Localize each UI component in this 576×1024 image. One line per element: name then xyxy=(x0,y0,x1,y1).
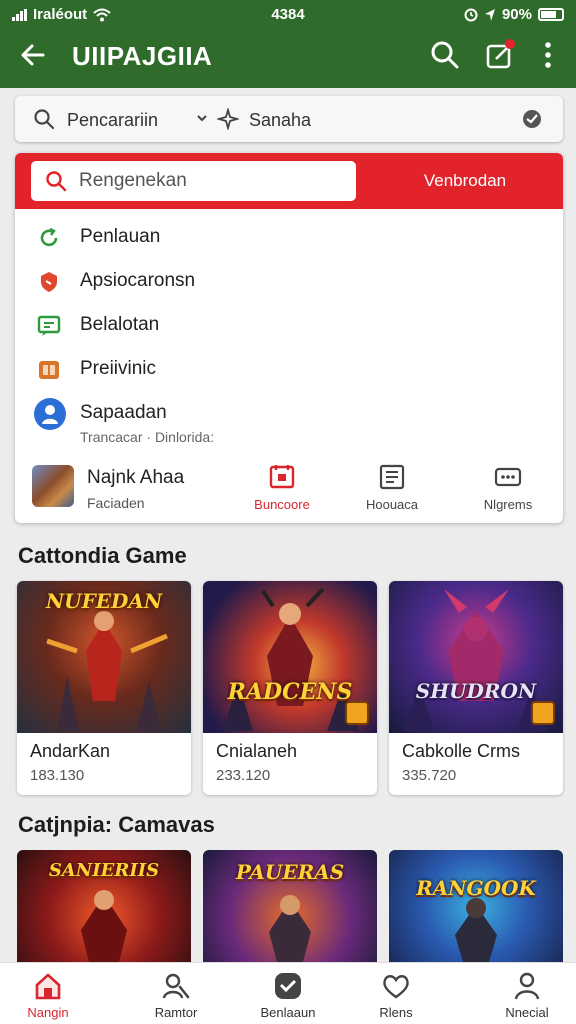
status-bar: Iraléout 4384 90% xyxy=(12,4,564,26)
game-count: 335.720 xyxy=(402,767,457,784)
option-label: Apsiocaronsn xyxy=(80,270,196,291)
dropdown-option[interactable]: Apsiocaronsn xyxy=(15,261,563,301)
nav-label: Benlaaun xyxy=(260,1005,316,1020)
search-dropdown: Venbrodan Penlauan Apsiocaronsn Belalota… xyxy=(15,153,563,523)
back-arrow-icon[interactable] xyxy=(16,38,50,72)
nav-label: Rlens xyxy=(379,1005,413,1020)
message-icon xyxy=(37,315,61,336)
tag-icon xyxy=(39,361,59,379)
shield-icon xyxy=(41,272,57,292)
dropdown-option[interactable]: Penlauan xyxy=(15,217,563,257)
game-count: 183.130 xyxy=(30,767,85,784)
search-icon[interactable] xyxy=(428,38,462,72)
search-category-label[interactable]: Pencarariin xyxy=(67,110,158,131)
nav-item-nnecial[interactable]: Nnecial xyxy=(477,971,576,1020)
location-icon xyxy=(484,8,495,21)
dropdown-option[interactable]: Sapaadan Trancacar · Dinlorida: xyxy=(15,393,563,453)
nav-label: Ramtor xyxy=(154,1005,198,1020)
game-art-title: PAUERAS xyxy=(235,860,345,884)
game-name: AndarKan xyxy=(30,741,111,761)
profile-icon xyxy=(34,398,66,430)
option-label: Penlauan xyxy=(80,226,161,247)
search-filter-bar[interactable]: Pencarariin Sanaha xyxy=(15,96,563,142)
game-name: Cnialaneh xyxy=(216,741,298,761)
person-icon xyxy=(514,972,540,1000)
refresh-icon xyxy=(40,227,58,247)
battery-icon xyxy=(538,8,564,21)
quick-action-label: Nlgrems xyxy=(483,497,533,512)
app-subtitle: Faciaden xyxy=(87,495,145,511)
home-icon xyxy=(35,973,61,1000)
bottom-navigation: Nangin Ramtor Benlaaun Rlens Nnecial xyxy=(0,962,576,1024)
search-input[interactable] xyxy=(79,161,349,201)
game-art-title: RANGOOK xyxy=(416,876,536,900)
game-count: 233.120 xyxy=(216,767,271,784)
app-header: Iraléout 4384 90% UIIPAJGIIA xyxy=(0,0,576,88)
game-art-title: NUFEDAN xyxy=(45,589,163,613)
calendar-icon xyxy=(269,465,295,489)
game-art-title: SHUDRON xyxy=(415,679,537,703)
dropdown-option[interactable]: Belalotan xyxy=(15,305,563,345)
dropdown-option[interactable]: Preiivinic xyxy=(15,349,563,389)
game-card[interactable]: NUFEDAN AndarKan 183.130 xyxy=(17,581,191,795)
alarm-icon xyxy=(464,8,478,21)
edit-notification-icon[interactable] xyxy=(483,38,517,72)
search-field[interactable] xyxy=(31,161,356,201)
game-artwork: RADCENS xyxy=(203,581,377,733)
app-icon[interactable] xyxy=(32,465,74,507)
game-card[interactable]: RADCENS Cnialaneh 233.120 xyxy=(203,581,377,795)
quick-action-nlgrems[interactable]: Nlgrems xyxy=(463,463,553,519)
search-icon xyxy=(34,109,55,130)
option-label: Preiivinic xyxy=(80,358,157,379)
game-art-title: SANIERIIS xyxy=(48,860,160,881)
quick-action-label: Hoouaca xyxy=(365,497,419,512)
nav-item-rlens[interactable]: Rlens xyxy=(346,971,446,1020)
list-icon xyxy=(379,464,405,490)
game-card[interactable]: SHUDRON Cabkolle Crms 335.720 xyxy=(389,581,563,795)
game-badge-icon xyxy=(531,701,555,725)
option-label: Belalotan xyxy=(80,314,160,335)
filter-label[interactable]: Sanaha xyxy=(249,110,311,131)
section-title: Cattondia Game xyxy=(18,543,187,568)
battery-percent: 90% xyxy=(501,6,532,23)
nav-item-nangin[interactable]: Nangin xyxy=(0,971,98,1020)
grid-icon xyxy=(494,467,522,487)
heart-icon xyxy=(383,975,409,999)
check-badge-icon xyxy=(275,973,301,999)
search-icon xyxy=(46,171,67,192)
app-shortcut-row: Najnk Ahaa Faciaden Buncoore Hoouaca Nlg… xyxy=(15,455,563,523)
game-card[interactable]: PAUERAS xyxy=(203,850,377,962)
more-options-icon[interactable] xyxy=(531,38,565,72)
game-card[interactable]: SANIERIIS xyxy=(17,850,191,962)
search-people-icon xyxy=(162,973,190,999)
quick-action-buncoore[interactable]: Buncoore xyxy=(237,463,327,519)
page-title: UIIPAJGIIA xyxy=(72,41,213,71)
game-artwork: NUFEDAN xyxy=(17,581,191,733)
check-circle-icon[interactable] xyxy=(521,108,543,130)
nav-label: Nangin xyxy=(27,1005,69,1020)
game-card[interactable]: RANGOOK xyxy=(389,850,563,962)
chevron-down-icon[interactable] xyxy=(195,111,209,125)
app-name[interactable]: Najnk Ahaa xyxy=(87,467,184,489)
option-label: Sapaadan xyxy=(80,402,167,423)
nav-item-benlaaun[interactable]: Benlaaun xyxy=(238,971,338,1020)
nav-label: Nnecial xyxy=(505,1005,549,1020)
search-submit-button[interactable]: Venbrodan xyxy=(375,161,555,201)
quick-action-label: Buncoore xyxy=(254,497,310,512)
game-name: Cabkolle Crms xyxy=(402,741,521,761)
game-artwork: SHUDRON xyxy=(389,581,563,733)
sparkle-icon xyxy=(217,108,239,130)
nav-item-ramtor[interactable]: Ramtor xyxy=(126,971,226,1020)
quick-action-hoouaca[interactable]: Hoouaca xyxy=(347,463,437,519)
search-bar: Venbrodan xyxy=(15,153,563,209)
section-title: Catjnpia: Camavas xyxy=(18,812,215,837)
option-sublabel: Trancacar · Dinlorida: xyxy=(80,429,215,445)
game-badge-icon xyxy=(345,701,369,725)
